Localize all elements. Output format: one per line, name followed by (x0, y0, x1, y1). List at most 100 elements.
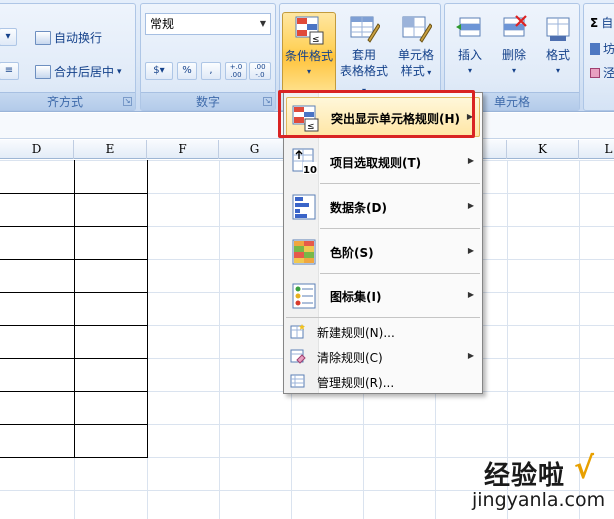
menu-label-color-scales: 色阶(S) (330, 246, 374, 260)
column-header-F[interactable]: F (147, 140, 219, 159)
comma-button[interactable]: , (201, 62, 221, 80)
highlight-annotation-box (278, 90, 475, 138)
eraser-icon (590, 67, 600, 78)
icon-sets-icon (291, 282, 317, 309)
decrease-decimal-icon: .00 -.0 (254, 63, 266, 79)
cell-border-vertical (147, 160, 148, 457)
format-as-table-icon (348, 14, 381, 44)
cell-border-horizontal (0, 292, 148, 293)
menu-label-icon-sets: 图标集(I) (330, 290, 382, 304)
cell-border-horizontal (0, 358, 148, 359)
autosum-button[interactable]: Σ 自 (590, 14, 613, 31)
top-bottom-rules-icon: 10 (291, 147, 317, 176)
color-scales-icon (291, 238, 317, 265)
menu-label-top-bottom-rules: 项目选取规则(T) (330, 156, 422, 170)
fill-label-partial: 坊 (603, 42, 614, 56)
svg-text:≤: ≤ (312, 35, 320, 45)
alignment-group: ▾ 自动换行 ≡ 合并后居中 ▾ 齐方式 ↘ (0, 3, 136, 111)
menu-label-data-bars: 数据条(D) (330, 201, 387, 215)
menu-separator (320, 183, 480, 184)
cell-border-horizontal (0, 391, 148, 392)
format-button[interactable]: 格式 ▾ (537, 12, 579, 92)
menu-item-manage-rules[interactable]: 管理规则(R)... (284, 369, 482, 393)
cell-border-horizontal (0, 259, 148, 260)
column-header-D[interactable]: D (0, 140, 74, 159)
fill-down-icon (590, 42, 600, 55)
menu-item-new-rule[interactable]: 新建规则(N)... (284, 319, 482, 343)
cell-styles-icon (400, 14, 433, 44)
number-group-label: 数字 (141, 92, 275, 110)
conditional-format-icon: ≤ (293, 15, 325, 45)
gridline-vertical (219, 160, 220, 519)
merge-center-icon (35, 64, 51, 79)
insert-label: 插入 (457, 48, 482, 62)
menu-item-top-bottom-rules[interactable]: 10 项目选取规则(T) ▶ (284, 141, 482, 181)
cell-border-horizontal (0, 325, 148, 326)
cell-styles-label-1: 单元格 (397, 48, 434, 62)
format-icon (542, 14, 574, 44)
indent-dropdown[interactable]: ▾ (0, 28, 17, 46)
delete-button[interactable]: 删除 ▾ (493, 12, 535, 92)
align-button[interactable]: ≡ (0, 62, 19, 80)
menu-item-icon-sets[interactable]: 图标集(I) ▶ (284, 274, 482, 316)
cell-styles-label-2: 样式 ▾ (400, 64, 432, 78)
merge-dropdown-icon[interactable]: ▾ (117, 67, 122, 77)
alignment-group-label: 齐方式 (0, 92, 135, 110)
new-rule-icon (290, 323, 306, 339)
menu-item-clear-rules[interactable]: 清除规则(C) ▶ (284, 344, 482, 368)
cell-border-horizontal (0, 193, 148, 194)
cell-border-vertical (74, 160, 75, 457)
insert-button[interactable]: 插入 ▾ (449, 12, 491, 92)
alignment-launcher-icon[interactable]: ↘ (123, 97, 132, 106)
increase-decimal-button[interactable]: +.0.00 (225, 62, 247, 80)
manage-rules-icon (290, 373, 306, 389)
fill-button[interactable]: 坊 (590, 40, 614, 57)
clear-rules-icon (290, 348, 306, 364)
submenu-arrow-icon: ▶ (467, 156, 474, 165)
submenu-arrow-icon: ▶ (467, 351, 474, 360)
menu-separator (320, 228, 480, 229)
conditional-format-label: 条件格式 (284, 49, 333, 63)
wrap-text-button[interactable]: 自动换行 (35, 29, 102, 46)
number-format-select[interactable]: 常规 ▼ (145, 13, 271, 35)
watermark-cn: 经验啦 (484, 461, 566, 491)
column-header-L[interactable]: L (579, 140, 614, 159)
svg-text:10: 10 (303, 165, 317, 175)
currency-button[interactable]: $▾ (145, 62, 173, 80)
column-header-G[interactable]: G (219, 140, 291, 159)
number-group: 常规 ▼ $▾ % , +.0.00 .00 -.0 数字 ↘ (140, 3, 276, 111)
percent-button[interactable]: % (177, 62, 197, 80)
column-header-K[interactable]: K (507, 140, 579, 159)
clear-label-partial: 泾 (603, 66, 614, 80)
format-as-table-button[interactable]: 套用 表格格式 ▾ (338, 12, 390, 95)
increase-decimal-icon: +.0.00 (229, 63, 243, 79)
cell-styles-button[interactable]: 单元格 样式 ▾ (392, 12, 440, 92)
submenu-arrow-icon: ▶ (467, 290, 474, 299)
format-as-table-label-1: 套用 (351, 48, 376, 62)
chevron-down-icon[interactable]: ▼ (256, 14, 270, 34)
menu-label-new-rule: 新建规则(N)... (317, 326, 395, 340)
conditional-format-dropdown-icon: ▾ (306, 67, 311, 76)
cell-border-horizontal (0, 457, 148, 458)
decrease-decimal-button[interactable]: .00 -.0 (249, 62, 271, 80)
delete-dropdown-icon: ▾ (511, 66, 516, 75)
cell-border-horizontal (0, 424, 148, 425)
wrap-text-icon (35, 30, 51, 45)
column-header-E[interactable]: E (74, 140, 147, 159)
menu-item-color-scales[interactable]: 色阶(S) ▶ (284, 230, 482, 272)
submenu-arrow-icon: ▶ (467, 201, 474, 210)
watermark-check-icon: √ (574, 451, 595, 486)
insert-dropdown-icon: ▾ (467, 66, 472, 75)
sigma-icon: Σ (590, 15, 599, 30)
editing-group: Σ 自 坊 泾 (583, 3, 614, 111)
merge-center-button[interactable]: 合并后居中 ▾ (35, 63, 122, 80)
wrap-text-label: 自动换行 (54, 31, 103, 45)
menu-label-manage-rules: 管理规则(R)... (317, 376, 395, 390)
number-launcher-icon[interactable]: ↘ (263, 97, 272, 106)
menu-item-data-bars[interactable]: 数据条(D) ▶ (284, 185, 482, 227)
conditional-format-button[interactable]: ≤ 条件格式 ▾ (282, 12, 336, 92)
cell-border-horizontal (0, 226, 148, 227)
clear-button[interactable]: 泾 (590, 64, 614, 81)
menu-label-clear-rules: 清除规则(C) (317, 351, 383, 365)
autosum-label-partial: 自 (601, 16, 614, 30)
